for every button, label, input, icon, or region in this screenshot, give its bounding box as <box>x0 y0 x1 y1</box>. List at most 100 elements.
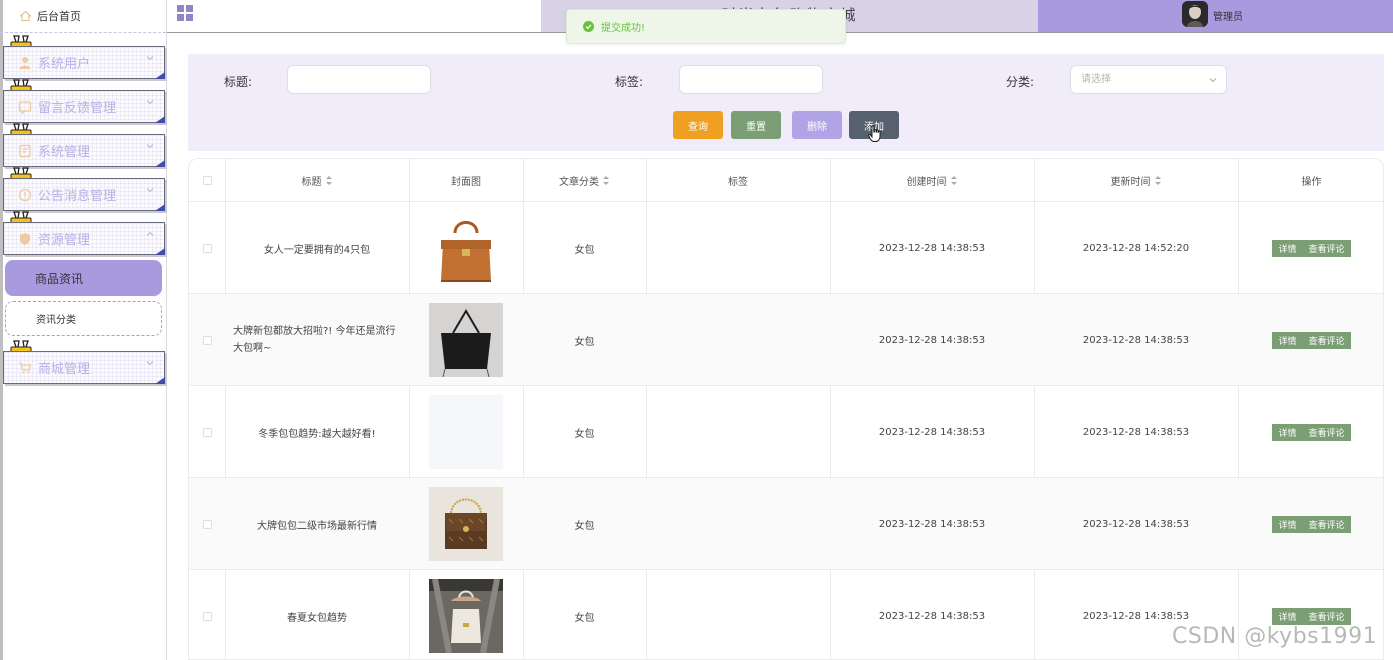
view-comments-button[interactable]: 查看评论 <box>1302 515 1351 533</box>
check-circle-icon <box>583 21 594 32</box>
row-category: 女包 <box>574 244 595 256</box>
row-tags <box>646 294 830 386</box>
sidebar-menu-resources[interactable]: 资源管理 <box>3 222 165 255</box>
user-area[interactable]: 管理员 <box>1038 0 1393 32</box>
articles-table: 标题 封面图 文章分类 标签 创建时间 更新时间 操作 女人一定要拥有的4只包 … <box>188 158 1384 660</box>
detail-button[interactable]: 详情 <box>1272 423 1303 441</box>
row-checkbox[interactable] <box>202 427 212 437</box>
row-checkbox[interactable] <box>202 335 212 345</box>
table-row: 大牌包包二级市场最新行情 女包 2023-12-28 14:38:53 2023… <box>189 478 1383 570</box>
avatar[interactable] <box>1182 1 1208 27</box>
sidebar-menu-system-users[interactable]: 系统用户 <box>3 46 165 79</box>
cart-icon <box>19 361 32 373</box>
sidebar-menu-label: 公告消息管理 <box>38 189 117 204</box>
row-created: 2023-12-28 14:38:53 <box>878 426 986 438</box>
sidebar-menu-label: 资源管理 <box>38 233 91 248</box>
row-cover-cell <box>409 202 523 294</box>
header-actions: 操作 <box>1238 159 1383 202</box>
header-select-all[interactable] <box>189 159 225 202</box>
view-comments-button[interactable]: 查看评论 <box>1302 239 1351 257</box>
sidebar-menu-announcements[interactable]: 公告消息管理 <box>3 178 165 211</box>
toast-message: 提交成功! <box>601 23 646 34</box>
category-select[interactable]: 请选择 <box>1070 65 1227 94</box>
detail-button[interactable]: 详情 <box>1272 239 1303 257</box>
row-checkbox-cell <box>189 294 225 386</box>
detail-button[interactable]: 详情 <box>1272 331 1303 349</box>
sidebar-item-home[interactable]: 后台首页 <box>0 0 166 33</box>
sort-icon[interactable] <box>325 176 333 185</box>
header-title[interactable]: 标题 <box>225 159 409 202</box>
title-input[interactable] <box>287 65 431 94</box>
table-row: 冬季包包趋势:越大越好看! 女包 2023-12-28 14:38:53 202… <box>189 386 1383 478</box>
sidebar-menu-system-management[interactable]: 系统管理 <box>3 134 165 167</box>
header-cover: 封面图 <box>409 159 523 202</box>
sidebar-item-home-label: 后台首页 <box>37 10 81 23</box>
sort-icon[interactable] <box>603 176 610 185</box>
tag-input[interactable] <box>679 65 823 94</box>
row-updated: 2023-12-28 14:52:20 <box>1082 242 1190 254</box>
header-updated[interactable]: 更新时间 <box>1034 159 1238 202</box>
sidebar-menu-label: 系统用户 <box>38 57 91 72</box>
header-created[interactable]: 创建时间 <box>830 159 1034 202</box>
corner-decoration <box>155 116 165 123</box>
header-category[interactable]: 文章分类 <box>523 159 646 202</box>
row-created: 2023-12-28 14:38:53 <box>878 518 986 530</box>
home-icon <box>20 11 31 21</box>
row-actions: 详情 查看评论 <box>1238 478 1383 570</box>
row-cover-cell <box>409 478 523 570</box>
row-checkbox[interactable] <box>202 611 212 621</box>
row-title: 女人一定要拥有的4只包 <box>263 244 371 256</box>
apps-grid-icon[interactable] <box>177 5 193 21</box>
detail-button[interactable]: 详情 <box>1272 515 1303 533</box>
corner-decoration <box>155 248 165 255</box>
sidebar-subitem-news-category[interactable]: 资讯分类 <box>5 301 162 336</box>
sort-icon[interactable] <box>1154 176 1162 185</box>
detail-button[interactable]: 详情 <box>1272 607 1303 625</box>
sidebar-subitem-product-news[interactable]: 商品资讯 <box>5 260 162 296</box>
row-updated: 2023-12-28 14:38:53 <box>1082 334 1190 346</box>
view-comments-button[interactable]: 查看评论 <box>1302 331 1351 349</box>
header-category-label: 文章分类 <box>559 177 599 188</box>
row-title: 大牌新包都放大招啦?! 今年还是流行大包啊~ <box>233 326 396 354</box>
success-toast: 提交成功! <box>566 9 846 44</box>
row-created: 2023-12-28 14:38:53 <box>878 610 986 622</box>
reset-button[interactable]: 重置 <box>731 111 781 139</box>
tag-label: 标签: <box>615 75 644 89</box>
view-comments-button[interactable]: 查看评论 <box>1302 607 1351 625</box>
sidebar: 后台首页 系统用户 留言反馈管理 系统管理 公告消息管理 资源管理 商品资讯 资… <box>0 0 167 660</box>
chevron-down-icon <box>146 100 154 105</box>
row-title: 春夏女包趋势 <box>287 612 347 624</box>
header-updated-label: 更新时间 <box>1110 177 1151 188</box>
delete-button[interactable]: 删除 <box>792 111 842 139</box>
row-cover-cell <box>409 294 523 386</box>
table-header: 标题 封面图 文章分类 标签 创建时间 更新时间 操作 <box>189 159 1383 202</box>
cover-image-placeholder <box>429 395 503 469</box>
sidebar-menu-label: 商城管理 <box>38 362 91 377</box>
row-updated: 2023-12-28 14:38:53 <box>1082 426 1190 438</box>
sidebar-menu-mall[interactable]: 商城管理 <box>3 351 165 384</box>
chevron-down-icon <box>146 56 154 61</box>
sort-icon[interactable] <box>950 176 958 185</box>
sidebar-subitem-label: 资讯分类 <box>36 315 76 326</box>
select-all-checkbox[interactable] <box>202 176 212 185</box>
header-created-label: 创建时间 <box>906 177 947 188</box>
query-button[interactable]: 查询 <box>673 111 723 139</box>
chevron-down-icon <box>146 361 154 366</box>
admin-name: 管理员 <box>1213 12 1243 23</box>
row-actions: 详情 查看评论 <box>1238 202 1383 294</box>
chevron-down-icon <box>1209 78 1217 83</box>
row-tags <box>646 570 830 659</box>
row-checkbox[interactable] <box>202 243 212 253</box>
sidebar-menu-label: 留言反馈管理 <box>38 101 117 116</box>
header-cover-label: 封面图 <box>451 177 481 188</box>
row-checkbox[interactable] <box>202 519 212 529</box>
row-category: 女包 <box>574 520 595 532</box>
row-tags <box>646 202 830 294</box>
sidebar-menu-feedback[interactable]: 留言反馈管理 <box>3 90 165 123</box>
view-comments-button[interactable]: 查看评论 <box>1302 423 1351 441</box>
corner-decoration <box>155 204 165 211</box>
row-updated: 2023-12-28 14:38:53 <box>1082 518 1190 530</box>
row-tags <box>646 386 830 478</box>
hand-cursor-icon <box>868 125 881 142</box>
corner-decoration <box>155 72 165 79</box>
